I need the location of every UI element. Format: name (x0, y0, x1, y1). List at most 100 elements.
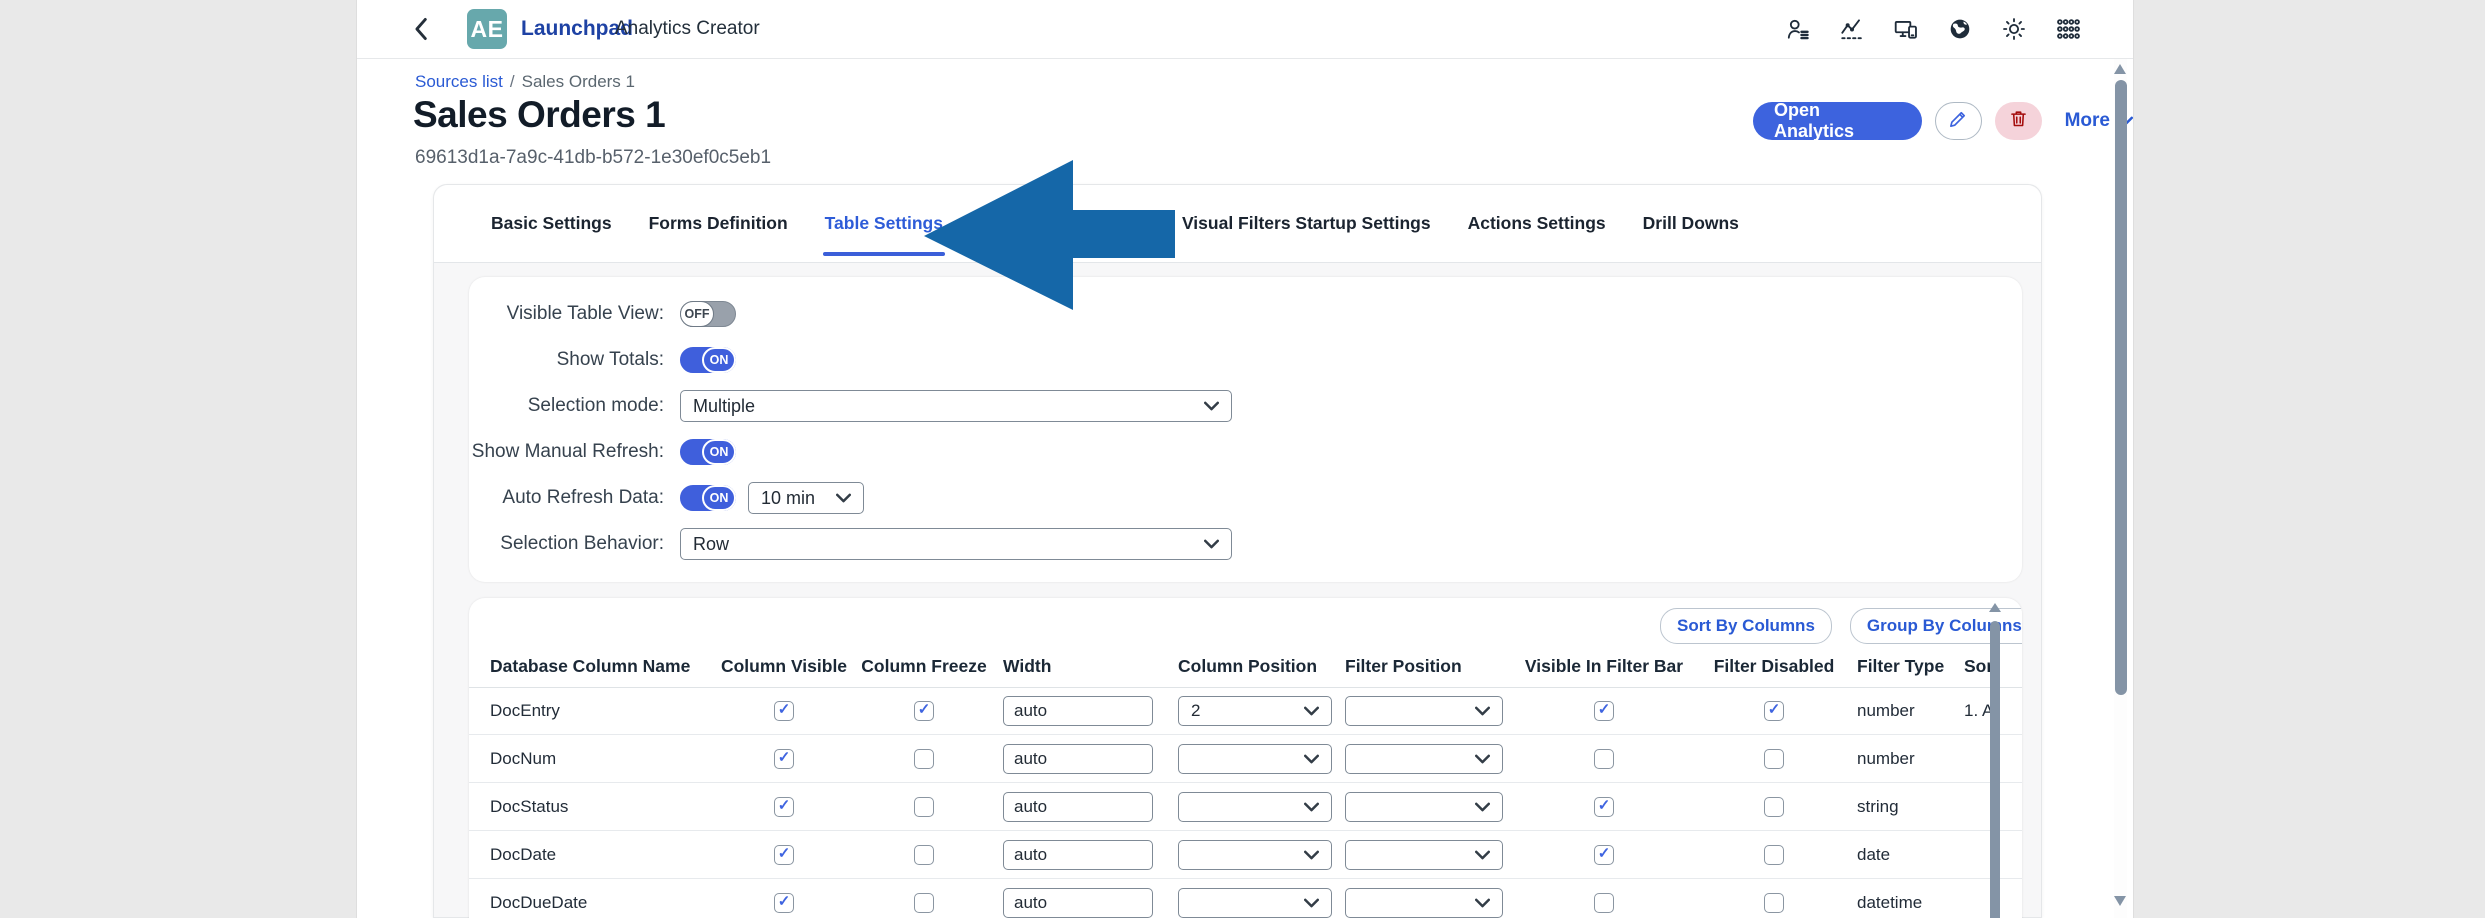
toggle-knob: ON (702, 485, 736, 511)
width-input[interactable] (1003, 744, 1153, 774)
breadcrumb-sources-list-link[interactable]: Sources list (415, 72, 503, 91)
column-position-select[interactable] (1178, 792, 1332, 822)
cell-column-name: DocDate (469, 845, 709, 865)
select-value: Row (693, 534, 729, 555)
column-freeze-checkbox[interactable] (914, 845, 934, 865)
tab-table-settings[interactable]: Table Settings (825, 185, 943, 263)
visible-in-filter-bar-checkbox[interactable] (1594, 893, 1614, 913)
column-position-select[interactable] (1178, 888, 1332, 918)
checkmark: ✓ (778, 846, 791, 861)
column-freeze-checkbox[interactable] (914, 749, 934, 769)
chevron-down-icon (1304, 850, 1319, 860)
column-position-select[interactable] (1178, 744, 1332, 774)
toggle-knob: ON (702, 439, 736, 465)
width-input[interactable] (1003, 792, 1153, 822)
column-freeze-checkbox[interactable] (914, 797, 934, 817)
setting-label: Show Totals: (469, 349, 664, 371)
visible-in-filter-bar-checkbox[interactable]: ✓ (1594, 797, 1614, 817)
filter-disabled-checkbox[interactable]: ✓ (1764, 701, 1784, 721)
tab-forms-definition[interactable]: Forms Definition (649, 185, 788, 263)
tab-actions-settings[interactable]: Actions Settings (1468, 185, 1606, 263)
tab-drill-downs[interactable]: Drill Downs (1643, 185, 1739, 263)
selection-mode-select[interactable]: Multiple (680, 390, 1232, 422)
select-value: 10 min (761, 488, 815, 509)
chevron-down-icon (1475, 850, 1490, 860)
devices-icon[interactable] (1893, 16, 1919, 42)
visible-in-filter-bar-checkbox[interactable] (1594, 749, 1614, 769)
setting-visible-table-view: Visible Table View: OFF (469, 291, 2022, 337)
table-header-row: Database Column Name Column Visible Colu… (469, 645, 2022, 688)
show-manual-refresh-toggle[interactable]: ON (680, 439, 736, 465)
toggle-knob: OFF (680, 301, 714, 327)
back-icon[interactable] (413, 17, 431, 41)
checkmark: ✓ (778, 750, 791, 765)
column-visible-checkbox[interactable]: ✓ (774, 893, 794, 913)
auto-refresh-interval-select[interactable]: 10 min (748, 482, 864, 514)
column-position-select[interactable]: 2 (1178, 696, 1332, 726)
column-position-select[interactable] (1178, 840, 1332, 870)
tab-basic-settings[interactable]: Basic Settings (491, 185, 612, 263)
app-window: AE Launchpad Analytics Creator (356, 0, 2134, 918)
show-totals-toggle[interactable]: ON (680, 347, 736, 373)
width-input[interactable] (1003, 696, 1153, 726)
breadcrumb-current: Sales Orders 1 (522, 72, 635, 91)
filter-position-select[interactable] (1345, 744, 1503, 774)
filter-position-select[interactable] (1345, 840, 1503, 870)
page-title: Sales Orders 1 (413, 94, 665, 136)
source-id: 69613d1a-7a9c-41db-b572-1e30ef0c5eb1 (415, 147, 771, 169)
tab-visual-filters-startup-settings[interactable]: Visual Filters Startup Settings (1182, 185, 1431, 263)
width-input[interactable] (1003, 888, 1153, 918)
selection-behavior-select[interactable]: Row (680, 528, 1232, 560)
open-analytics-button[interactable]: Open Analytics (1753, 102, 1922, 140)
edit-button[interactable] (1935, 102, 1982, 140)
scrollbar-thumb[interactable] (1990, 621, 2000, 918)
scroll-up-icon[interactable] (1989, 603, 2001, 612)
visible-in-filter-bar-checkbox[interactable]: ✓ (1594, 845, 1614, 865)
scrollbar-thumb[interactable] (2115, 80, 2127, 695)
theme-icon[interactable] (2001, 16, 2027, 42)
chevron-down-icon (1475, 754, 1490, 764)
cell-filter-type: string (1849, 797, 1949, 817)
visible-in-filter-bar-checkbox[interactable]: ✓ (1594, 701, 1614, 721)
table-row: DocDueDate ✓ datetime (469, 879, 2022, 918)
column-visible-checkbox[interactable]: ✓ (774, 701, 794, 721)
page-scrollbar[interactable] (2114, 59, 2127, 918)
column-visible-checkbox[interactable]: ✓ (774, 797, 794, 817)
column-visible-checkbox[interactable]: ✓ (774, 749, 794, 769)
scroll-down-icon[interactable] (2114, 896, 2126, 906)
visible-table-view-toggle[interactable]: OFF (680, 301, 736, 327)
table-card-buttons: Sort By Columns Group By Columns (1660, 608, 2022, 644)
filter-position-select[interactable] (1345, 888, 1503, 918)
breadcrumb-separator: / (510, 72, 515, 91)
tab-label: Visual Filters Startup Settings (1182, 213, 1431, 234)
sort-by-columns-button[interactable]: Sort By Columns (1660, 608, 1832, 644)
column-visible-checkbox[interactable]: ✓ (774, 845, 794, 865)
checkmark: ✓ (1598, 846, 1611, 861)
column-freeze-checkbox[interactable]: ✓ (914, 701, 934, 721)
apps-grid-icon[interactable] (2055, 16, 2081, 42)
select-value: 2 (1191, 701, 1200, 721)
chevron-down-icon (1204, 401, 1219, 411)
filter-disabled-checkbox[interactable] (1764, 845, 1784, 865)
globe-icon[interactable] (1947, 16, 1973, 42)
app-logo[interactable]: AE (467, 9, 507, 49)
table-row: DocEntry ✓ ✓ 2 ✓ ✓ number 1. A (469, 687, 2022, 735)
filter-disabled-checkbox[interactable] (1764, 749, 1784, 769)
scroll-up-icon[interactable] (2114, 64, 2126, 74)
cell-filter-type: date (1849, 845, 1949, 865)
tab-label: Table Settings (825, 213, 943, 234)
analytics-icon[interactable] (1839, 16, 1865, 42)
column-freeze-checkbox[interactable] (914, 893, 934, 913)
delete-button[interactable] (1995, 102, 2042, 140)
filter-position-select[interactable] (1345, 792, 1503, 822)
user-settings-icon[interactable] (1785, 16, 1811, 42)
filter-disabled-checkbox[interactable] (1764, 893, 1784, 913)
table-scrollbar[interactable] (1990, 601, 2000, 918)
auto-refresh-toggle[interactable]: ON (680, 485, 736, 511)
filter-position-select[interactable] (1345, 696, 1503, 726)
filter-disabled-checkbox[interactable] (1764, 797, 1784, 817)
width-input[interactable] (1003, 840, 1153, 870)
table-settings-card: Visible Table View: OFF Show Totals: ON … (469, 277, 2022, 582)
cell-filter-type: number (1849, 749, 1949, 769)
col-header-sort: Sor (1949, 656, 2022, 677)
